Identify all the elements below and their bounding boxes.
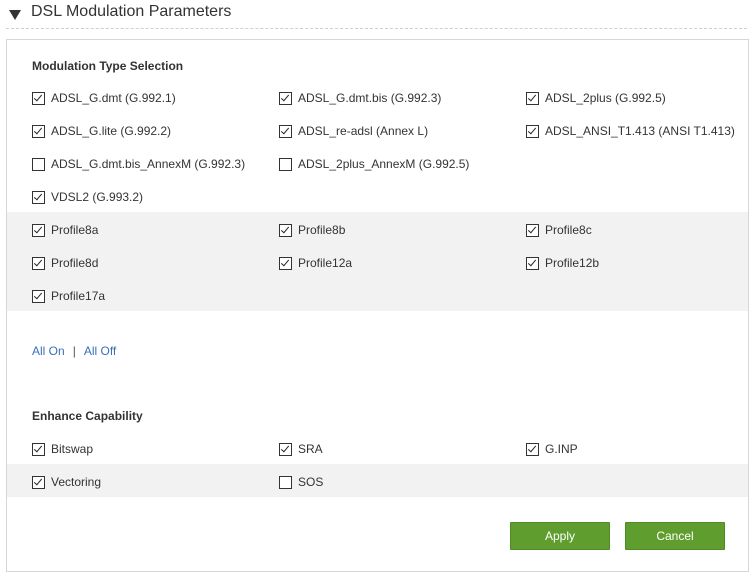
checkbox-label: Profile8b xyxy=(298,223,346,237)
enhance-section-title: Enhance Capability xyxy=(32,409,143,423)
checkbox-box[interactable] xyxy=(279,442,292,456)
checkbox-profile8d[interactable]: Profile8d xyxy=(32,255,98,271)
checkbox-box[interactable] xyxy=(279,256,292,270)
checkbox-box[interactable] xyxy=(526,223,539,237)
checkbox-label: ADSL_re-adsl (Annex L) xyxy=(298,124,429,138)
checkbox-profile12a[interactable]: Profile12a xyxy=(279,255,352,271)
checkbox-label: ADSL_G.dmt.bis (G.992.3) xyxy=(298,91,442,105)
checkbox-label: ADSL_G.lite (G.992.2) xyxy=(51,124,172,138)
link-separator: | xyxy=(72,344,76,358)
checkbox-label: Profile8a xyxy=(51,223,99,237)
apply-button[interactable]: Apply xyxy=(510,522,610,550)
checkbox-label: SRA xyxy=(298,442,323,456)
checkbox-label: Profile8d xyxy=(51,256,99,270)
checkbox-profile8a[interactable]: Profile8a xyxy=(32,222,98,238)
dsl-modulation-page: DSL Modulation Parameters Modulation Typ… xyxy=(0,0,753,579)
checkbox-box[interactable] xyxy=(32,289,45,303)
checkbox-box[interactable] xyxy=(32,442,45,456)
checkbox-box[interactable] xyxy=(32,475,45,489)
checkbox-label: Vectoring xyxy=(51,475,102,489)
checkbox-sos[interactable]: SOS xyxy=(279,474,323,490)
section-title: DSL Modulation Parameters xyxy=(31,3,232,20)
checkbox-label: VDSL2 (G.993.2) xyxy=(51,190,144,204)
profiles-band xyxy=(7,212,748,311)
checkbox-vdsl2[interactable]: VDSL2 (G.993.2) xyxy=(32,189,143,205)
checkbox-profile12b[interactable]: Profile12b xyxy=(526,255,599,271)
checkbox-box[interactable] xyxy=(32,190,45,204)
checkbox-box[interactable] xyxy=(32,157,45,171)
checkbox-label: Bitswap xyxy=(51,442,94,456)
section-header[interactable]: DSL Modulation Parameters xyxy=(0,0,753,30)
checkbox-box[interactable] xyxy=(279,157,292,171)
checkbox-sra[interactable]: SRA xyxy=(279,441,323,457)
select-all-links: All On | All Off xyxy=(32,344,116,358)
checkbox-box[interactable] xyxy=(32,91,45,105)
checkbox-label: ADSL_G.dmt (G.992.1) xyxy=(51,91,176,105)
checkbox-label: G.INP xyxy=(545,442,578,456)
checkbox-profile8b[interactable]: Profile8b xyxy=(279,222,345,238)
checkbox-adsl-g-lite[interactable]: ADSL_G.lite (G.992.2) xyxy=(32,123,171,139)
checkbox-profile8c[interactable]: Profile8c xyxy=(526,222,592,238)
checkbox-label: Profile17a xyxy=(51,289,106,303)
checkbox-bitswap[interactable]: Bitswap xyxy=(32,441,93,457)
checkbox-profile17a[interactable]: Profile17a xyxy=(32,288,105,304)
checkbox-adsl-2plus-annexm[interactable]: ADSL_2plus_AnnexM (G.992.5) xyxy=(279,156,469,172)
checkbox-box[interactable] xyxy=(32,223,45,237)
checkbox-label: ADSL_2plus (G.992.5) xyxy=(545,91,666,105)
modulation-section-title: Modulation Type Selection xyxy=(32,59,184,73)
cancel-button[interactable]: Cancel xyxy=(625,522,725,550)
header-divider xyxy=(6,28,747,29)
enhance-band xyxy=(7,464,748,497)
checkbox-box[interactable] xyxy=(32,124,45,138)
checkbox-label: ADSL_ANSI_T1.413 (ANSI T1.413) xyxy=(545,124,735,138)
checkbox-label: Profile12b xyxy=(545,256,600,270)
checkbox-ginp[interactable]: G.INP xyxy=(526,441,578,457)
checkbox-label: Profile12a xyxy=(298,256,353,270)
checkbox-label: SOS xyxy=(298,475,324,489)
checkbox-box[interactable] xyxy=(526,91,539,105)
all-on-link[interactable]: All On xyxy=(32,344,65,358)
checkbox-adsl-g-dmt-bis-annexm[interactable]: ADSL_G.dmt.bis_AnnexM (G.992.3) xyxy=(32,156,245,172)
checkbox-vectoring[interactable]: Vectoring xyxy=(32,474,101,490)
checkbox-box[interactable] xyxy=(279,475,292,489)
checkbox-box[interactable] xyxy=(32,256,45,270)
checkbox-label: ADSL_2plus_AnnexM (G.992.5) xyxy=(298,157,470,171)
checkbox-box[interactable] xyxy=(279,124,292,138)
checkbox-box[interactable] xyxy=(526,442,539,456)
all-off-link[interactable]: All Off xyxy=(84,344,116,358)
checkbox-label: ADSL_G.dmt.bis_AnnexM (G.992.3) xyxy=(51,157,246,171)
checkbox-box[interactable] xyxy=(526,124,539,138)
collapse-triangle-icon[interactable] xyxy=(9,10,21,20)
checkbox-box[interactable] xyxy=(279,223,292,237)
checkbox-adsl-re-adsl[interactable]: ADSL_re-adsl (Annex L) xyxy=(279,123,428,139)
checkbox-adsl-ansi-t1413[interactable]: ADSL_ANSI_T1.413 (ANSI T1.413) xyxy=(526,123,735,139)
checkbox-adsl-g-dmt[interactable]: ADSL_G.dmt (G.992.1) xyxy=(32,90,176,106)
settings-panel: Modulation Type Selection ADSL_G.dmt (G.… xyxy=(6,39,749,572)
checkbox-label: Profile8c xyxy=(545,223,592,237)
checkbox-adsl-g-dmt-bis[interactable]: ADSL_G.dmt.bis (G.992.3) xyxy=(279,90,441,106)
checkbox-box[interactable] xyxy=(526,256,539,270)
checkbox-adsl-2plus[interactable]: ADSL_2plus (G.992.5) xyxy=(526,90,666,106)
checkbox-box[interactable] xyxy=(279,91,292,105)
